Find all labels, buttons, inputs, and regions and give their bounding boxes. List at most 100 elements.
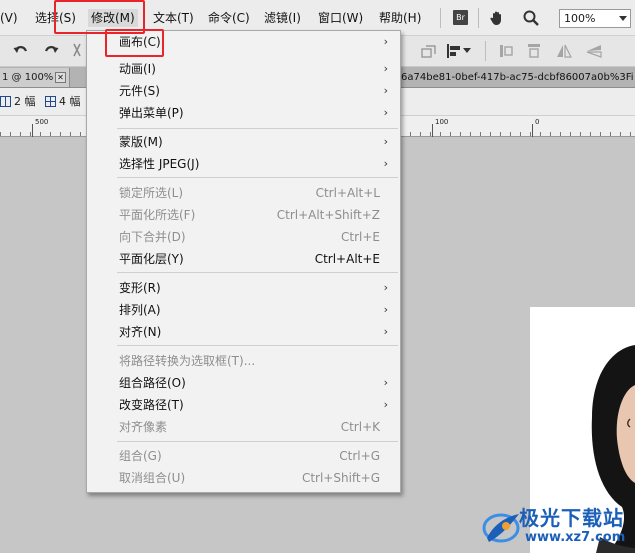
- menu-separator: [117, 272, 398, 273]
- menu-item[interactable]: 动画(I) ›: [87, 59, 400, 79]
- redo-icon[interactable]: [42, 42, 60, 60]
- menu-item-label: 锁定所选(L): [119, 186, 184, 200]
- bring-forward-icon[interactable]: [497, 42, 515, 60]
- menu-item-shortcut: Ctrl+E: [341, 230, 380, 244]
- menu-item-shortcut: Ctrl+Alt+L: [315, 186, 380, 200]
- distribute-icon[interactable]: [525, 42, 543, 60]
- align-icon[interactable]: [445, 42, 463, 60]
- watermark-brand: 极光下载站: [519, 506, 624, 530]
- menubar-divider: [478, 8, 479, 28]
- watermark-logo-icon: [482, 513, 520, 543]
- menu-view[interactable]: (V): [0, 9, 18, 27]
- menu-filter[interactable]: 滤镜(I): [264, 9, 301, 27]
- menu-item[interactable]: 选择性 JPEG(J) ›: [87, 154, 400, 174]
- menu-item: 平面化所选(F) Ctrl+Alt+Shift+Z: [87, 205, 400, 225]
- menu-item-label: 组合(G): [119, 449, 162, 463]
- menu-item[interactable]: 变形(R) ›: [87, 278, 400, 298]
- menu-item: 将路径转换为选取框(T)...: [87, 351, 400, 371]
- menu-item[interactable]: 改变路径(T) ›: [87, 395, 400, 415]
- flip-vertical-icon[interactable]: [585, 42, 603, 60]
- chevron-right-icon: ›: [383, 157, 388, 170]
- document-tab-label: 1 @ 100%: [2, 72, 54, 83]
- bridge-icon[interactable]: Br: [453, 10, 468, 25]
- transform-icon[interactable]: [420, 42, 438, 60]
- menu-help[interactable]: 帮助(H): [379, 9, 421, 27]
- document-filename: 6a74be81-0bef-417b-ac75-dcbf86007a0b%3Fi: [401, 72, 634, 83]
- menu-item-shortcut: Ctrl+Alt+E: [314, 252, 380, 266]
- ruler-major-tick: [32, 124, 33, 137]
- hand-icon[interactable]: [488, 9, 506, 27]
- menu-item[interactable]: 排列(A) ›: [87, 300, 400, 320]
- menu-text[interactable]: 文本(T): [153, 9, 194, 27]
- menu-item-shortcut: Ctrl+K: [340, 420, 380, 434]
- zoom-select[interactable]: 100%: [559, 9, 631, 28]
- chevron-down-icon[interactable]: [463, 48, 471, 54]
- menu-item-label: 选择性 JPEG(J): [119, 157, 200, 171]
- menu-item[interactable]: 平面化层(Y) Ctrl+Alt+E: [87, 249, 400, 269]
- ruler-label: 500: [35, 118, 49, 126]
- menu-item[interactable]: 组合路径(O) ›: [87, 373, 400, 393]
- chevron-right-icon: ›: [383, 106, 388, 119]
- menu-item-label: 取消组合(U): [119, 471, 186, 485]
- menu-item-label: 对齐(N): [119, 325, 162, 339]
- chevron-right-icon: ›: [383, 62, 388, 75]
- menu-separator: [117, 441, 398, 442]
- ruler-major-tick: [432, 124, 433, 137]
- menu-separator: [117, 128, 398, 129]
- view-4up-button[interactable]: 4 幅: [45, 94, 81, 110]
- menu-item[interactable]: 对齐(N) ›: [87, 322, 400, 342]
- menu-item-shortcut: Ctrl+Shift+G: [301, 471, 380, 485]
- view-4up-label: 4 幅: [59, 95, 81, 108]
- menu-item-label: 动画(I): [119, 62, 156, 76]
- toolbar-divider: [485, 41, 486, 61]
- menubar-divider: [440, 8, 441, 28]
- menu-item-label: 对齐像素: [119, 420, 168, 434]
- menu-item-label: 向下合并(D): [119, 230, 186, 244]
- modify-dropdown-menu: 画布(C) › 动画(I) › 元件(S) › 弹出菜单(P) › 蒙版(M) › 选择性 JPEG…: [86, 30, 401, 493]
- chevron-right-icon: ›: [383, 376, 388, 389]
- ruler-major-tick: [532, 124, 533, 137]
- menu-item-label: 元件(S): [119, 84, 160, 98]
- menu-item-label: 排列(A): [119, 303, 161, 317]
- zoom-icon[interactable]: [522, 9, 540, 27]
- zoom-value: 100%: [564, 12, 596, 25]
- menu-item-label: 将路径转换为选取框(T)...: [119, 354, 256, 368]
- document-tab[interactable]: 1 @ 100% ✕: [0, 68, 70, 87]
- menu-command[interactable]: 命令(C): [208, 9, 250, 27]
- cut-icon[interactable]: [72, 42, 82, 60]
- chevron-down-icon: [619, 16, 627, 21]
- ruler-label: 0: [535, 118, 540, 126]
- menu-item: 取消组合(U) Ctrl+Shift+G: [87, 468, 400, 488]
- flip-horizontal-icon[interactable]: [555, 42, 573, 60]
- watermark-url: www.xz7.com: [525, 530, 626, 545]
- close-icon[interactable]: ✕: [55, 72, 66, 83]
- chevron-right-icon: ›: [383, 398, 388, 411]
- menu-item-shortcut: Ctrl+G: [339, 449, 380, 463]
- menu-item[interactable]: 元件(S) ›: [87, 81, 400, 101]
- ruler-label: 100: [435, 118, 449, 126]
- chevron-right-icon: ›: [383, 281, 388, 294]
- watermark: 极光下载站 www.xz7.com: [481, 500, 635, 553]
- menu-item: 组合(G) Ctrl+G: [87, 446, 400, 466]
- chevron-right-icon: ›: [383, 84, 388, 97]
- menu-item-label: 平面化层(Y): [119, 252, 184, 266]
- menu-item: 向下合并(D) Ctrl+E: [87, 227, 400, 247]
- menu-item-label: 平面化所选(F): [119, 208, 196, 222]
- view-2up-button[interactable]: 2 幅: [0, 94, 36, 110]
- menu-item[interactable]: 蒙版(M) ›: [87, 132, 400, 152]
- chevron-right-icon: ›: [383, 135, 388, 148]
- menu-separator: [117, 345, 398, 346]
- highlight-box-canvas-item: [105, 29, 164, 57]
- menu-separator: [117, 177, 398, 178]
- chevron-right-icon: ›: [383, 303, 388, 316]
- chevron-right-icon: ›: [383, 325, 388, 338]
- undo-icon[interactable]: [12, 42, 30, 60]
- chevron-right-icon: ›: [383, 35, 388, 48]
- menu-item-label: 改变路径(T): [119, 398, 184, 412]
- four-up-icon: [45, 96, 56, 107]
- menu-item-label: 变形(R): [119, 281, 161, 295]
- menu-item-label: 弹出菜单(P): [119, 106, 184, 120]
- menu-window[interactable]: 窗口(W): [318, 9, 363, 27]
- menu-item[interactable]: 弹出菜单(P) ›: [87, 103, 400, 123]
- menu-item: 锁定所选(L) Ctrl+Alt+L: [87, 183, 400, 203]
